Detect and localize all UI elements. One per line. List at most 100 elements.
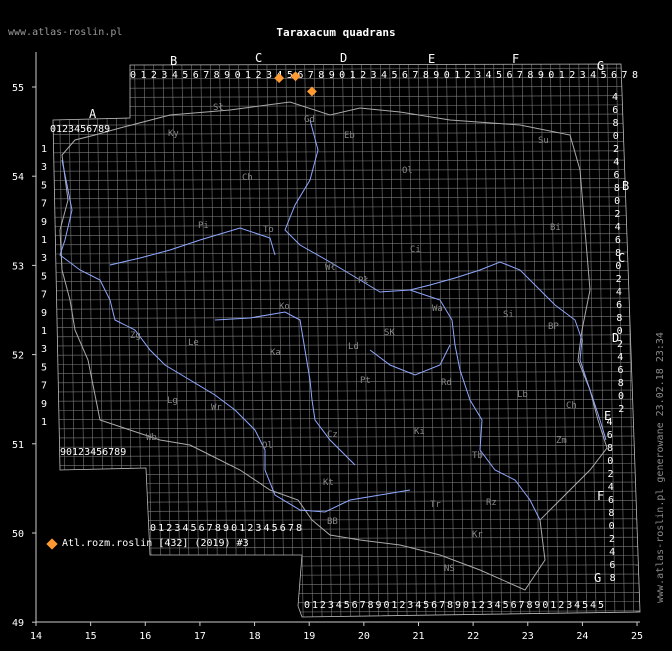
species-title: Taraxacum quadrans (276, 26, 396, 39)
region-label: Pi (198, 221, 209, 231)
distribution-map: 14 15 16 17 18 19 20 21 22 23 24 2555545352515049Sł… (12, 51, 643, 642)
digit-row-bottom-mid: 0123456789012345678 (150, 523, 302, 534)
region-label: Pł (358, 276, 369, 286)
grid-letter-right: G (594, 571, 601, 585)
digit-right: 8 (618, 378, 624, 389)
region-label: Ol (402, 166, 413, 176)
region-label: Wb (146, 433, 157, 443)
digit-row-bottom-left: 90123456789 (60, 447, 126, 458)
x-tick-label: 18 (249, 631, 261, 642)
digit-right: 6 (609, 560, 615, 571)
generated-stamp: www.atlas-roslin.pl generowane 23.02.18 … (655, 332, 666, 603)
digit-left: 9 (41, 308, 47, 319)
legend-label: Atl.rozm.roslin [432] (2019) #3 (62, 538, 249, 549)
digit-right: 4 (615, 222, 621, 233)
region-label: Bi (550, 223, 561, 233)
y-tick-label: 50 (12, 529, 24, 540)
digit-right: 0 (614, 196, 620, 207)
x-tick-label: 14 (30, 631, 42, 642)
region-label: Ky (168, 129, 179, 139)
digit-right: 8 (616, 313, 622, 324)
digit-right: 4 (617, 352, 623, 363)
digit-right: 4 (608, 482, 614, 493)
digit-left: 3 (41, 162, 47, 173)
grid-letter-top: D (340, 51, 347, 65)
region-label: Zg (130, 331, 141, 341)
region-label: Kt (323, 478, 334, 488)
y-tick-label: 55 (12, 83, 24, 94)
region-label: Ci (410, 245, 421, 255)
region-label: Eb (344, 131, 355, 141)
river (214, 311, 356, 466)
region-label: Kr (472, 530, 483, 540)
grid-letter-top: E (428, 52, 435, 66)
region-label: Ch (242, 173, 253, 183)
x-tick-label: 24 (576, 631, 588, 642)
y-tick-label: 49 (12, 618, 24, 629)
y-tick-label: 51 (12, 440, 24, 451)
legend-marker-icon (46, 537, 58, 550)
region-label: Lb (517, 390, 528, 400)
digit-right: 2 (618, 404, 624, 415)
region-label: Ch (566, 401, 577, 411)
x-tick-label: 15 (85, 631, 97, 642)
digit-row-top: 0123456789012345678901234567890123456789… (130, 70, 638, 81)
region-label: Gd (304, 115, 315, 125)
grid-letter-right: B (622, 179, 629, 193)
x-tick-label: 23 (522, 631, 534, 642)
digit-right: 8 (613, 118, 619, 129)
digit-right: 0 (615, 261, 621, 272)
digit-left: 1 (41, 144, 47, 155)
digit-row-bottom: 01234567890123456789012345678901234545 (304, 600, 604, 611)
region-label: SK (384, 328, 395, 338)
region-label: Cz (327, 430, 338, 440)
digit-right: 2 (617, 339, 623, 350)
legend: Atl.rozm.roslin [432] (2019) #3 (46, 537, 249, 550)
region-label: Wa (432, 304, 443, 314)
x-tick-label: 21 (412, 631, 424, 642)
digit-left: 5 (41, 362, 47, 373)
digit-right: 8 (608, 508, 614, 519)
digit-right: 0 (613, 131, 619, 142)
region-label: Ld (348, 342, 359, 352)
y-tick-label: 54 (12, 172, 24, 183)
region-label: Zm (556, 436, 567, 446)
region-label: Wł (325, 263, 336, 273)
digit-right: 6 (607, 430, 613, 441)
digit-right: 2 (609, 534, 615, 545)
digit-right: 4 (613, 157, 619, 168)
grid-letter-top: A (89, 107, 97, 121)
digit-left: 1 (41, 326, 47, 337)
x-tick-label: 25 (631, 631, 643, 642)
x-tick-label: 20 (358, 631, 370, 642)
digit-right: 0 (609, 521, 615, 532)
region-label: Wr (211, 403, 222, 413)
digit-left: 7 (41, 290, 47, 301)
digit-right: 2 (614, 209, 620, 220)
grid-letter-top: F (512, 52, 519, 66)
digit-left: 7 (41, 199, 47, 210)
digit-left: 1 (41, 235, 47, 246)
region-label: To (263, 225, 274, 235)
region-label: Rd (441, 378, 452, 388)
x-tick-label: 22 (467, 631, 479, 642)
region-label: Ki (414, 427, 425, 437)
grid-letter-right: F (597, 489, 604, 503)
region-label: Su (538, 136, 549, 146)
digit-left: 9 (41, 399, 47, 410)
digit-right: 8 (615, 248, 621, 259)
digit-right: 2 (613, 144, 619, 155)
digit-right: 6 (616, 300, 622, 311)
region-label: Tr (430, 500, 441, 510)
digit-right: 4 (609, 547, 615, 558)
y-tick-label: 53 (12, 261, 24, 272)
digit-right: 4 (607, 417, 613, 428)
region-label: BP (548, 322, 559, 332)
region-label: Ko (279, 302, 290, 312)
digit-right: 6 (614, 170, 620, 181)
region-label: BB (327, 517, 338, 527)
digit-left: 5 (41, 271, 47, 282)
y-tick-label: 52 (12, 351, 24, 362)
region-label: Tb (472, 451, 483, 461)
digit-right: 8 (614, 183, 620, 194)
